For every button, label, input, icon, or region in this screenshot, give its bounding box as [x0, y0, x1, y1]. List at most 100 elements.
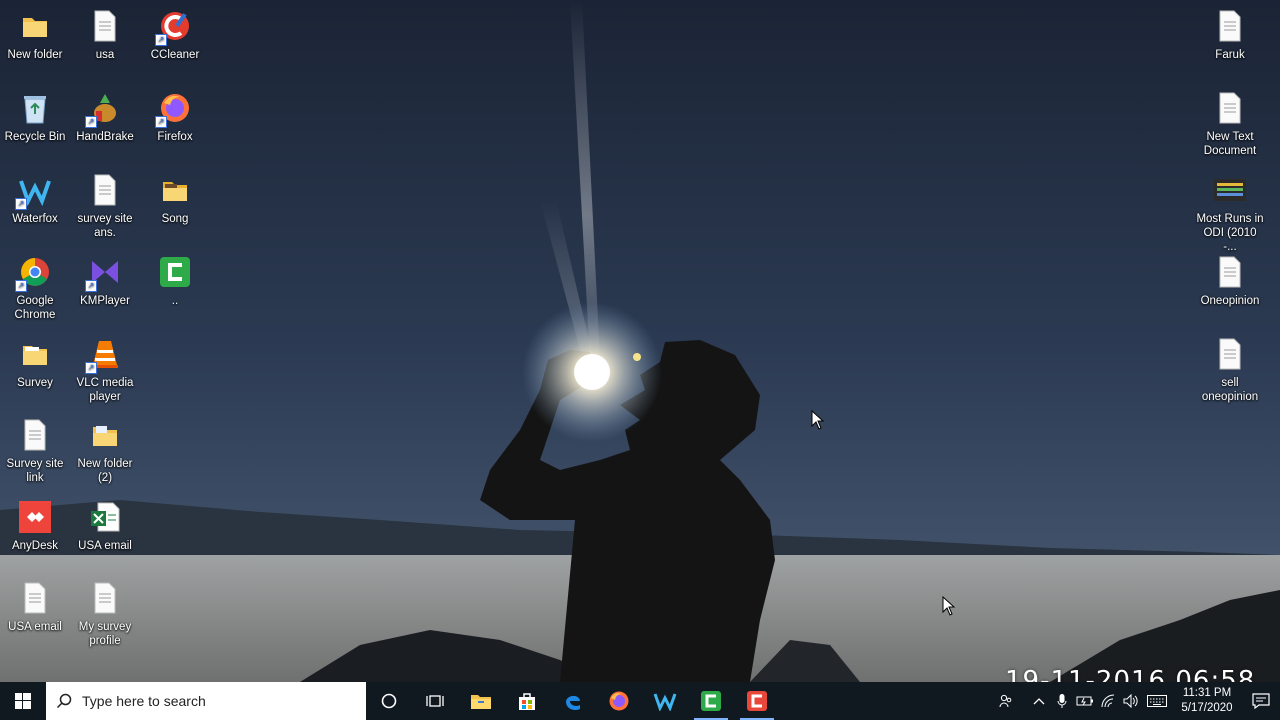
network-tray-button[interactable] — [1096, 682, 1119, 720]
microphone-tray-button[interactable] — [1050, 682, 1073, 720]
icon-label: usa — [95, 49, 115, 61]
mouse-cursor-icon — [811, 410, 825, 430]
speaker-icon — [1123, 694, 1138, 708]
icon-label: VLC media player — [76, 377, 134, 403]
icon-label: Recycle Bin — [4, 131, 66, 143]
desktop-icon-new-text-document[interactable]: New Text Document — [1196, 90, 1264, 158]
desktop-icon-new-folder[interactable]: New folder — [1, 8, 69, 62]
taskbar-edge[interactable] — [550, 682, 596, 720]
microphone-icon — [1057, 694, 1066, 708]
touch-keyboard-button[interactable] — [1142, 682, 1172, 720]
wifi-icon — [1101, 694, 1114, 708]
icon-label: sell oneopinion — [1201, 377, 1259, 403]
vlc-icon: ↗ — [85, 336, 123, 374]
desktop-icon-vlc-media-player[interactable]: ↗ VLC media player — [71, 336, 139, 404]
start-button[interactable] — [0, 682, 46, 720]
desktop-icon-oneopinion[interactable]: Oneopinion — [1196, 254, 1264, 308]
recycle-bin-icon — [17, 90, 53, 126]
desktop-icon-sell-oneopinion[interactable]: sell oneopinion — [1196, 336, 1264, 404]
keyboard-icon — [1147, 695, 1167, 707]
desktop-icon-most-runs-in-odi[interactable]: Most Runs in ODI (2010 -... — [1196, 172, 1264, 254]
icon-label: HandBrake — [76, 131, 134, 143]
battery-charging-icon — [1076, 696, 1093, 706]
windows-logo-icon — [15, 693, 31, 709]
desktop-icon-ccleaner[interactable]: ↗ CCleaner — [141, 8, 209, 62]
clock-date: 5/17/2020 — [1181, 702, 1233, 714]
icon-label: USA email — [8, 621, 62, 633]
taskbar-file-explorer[interactable] — [458, 682, 504, 720]
desktop-icon-survey-site-link[interactable]: Survey site link — [1, 417, 69, 485]
desktop-icon-firefox[interactable]: ↗ Firefox — [141, 90, 209, 144]
file-explorer-icon — [471, 695, 491, 709]
cortana-button[interactable] — [366, 682, 412, 720]
firefox-icon — [609, 691, 629, 711]
desktop-icon-faruk[interactable]: Faruk — [1196, 8, 1264, 62]
taskbar-store[interactable] — [504, 682, 550, 720]
icon-label: Most Runs in ODI (2010 -... — [1196, 213, 1264, 253]
icon-label: survey site ans. — [77, 213, 133, 239]
kmplayer-icon: ↗ — [85, 254, 123, 292]
people-icon — [999, 694, 1011, 708]
camtasia-icon — [157, 254, 193, 290]
icon-label: USA email — [78, 540, 132, 552]
icon-label: KMPlayer — [80, 295, 130, 307]
text-file-icon — [1212, 8, 1248, 44]
desktop-icon-new-folder-2[interactable]: New folder (2) — [71, 417, 139, 485]
icon-label: My survey profile — [78, 621, 132, 647]
desktop-icon-waterfox[interactable]: ↗ Waterfox — [1, 172, 69, 226]
desktop-icon-song[interactable]: Song — [141, 172, 209, 226]
desktop-icon-survey-site-ans[interactable]: survey site ans. — [71, 172, 139, 240]
firefox-icon: ↗ — [155, 90, 193, 128]
taskbar-waterfox[interactable] — [642, 682, 688, 720]
system-tray: 11:31 PM 5/17/2020 — [994, 682, 1280, 720]
icon-label: Song — [161, 213, 189, 225]
taskbar-camtasia-recorder[interactable] — [734, 682, 780, 720]
icon-label: Survey site link — [6, 458, 64, 484]
media-file-icon — [1212, 172, 1248, 208]
icon-label: New Text Document — [1203, 131, 1257, 157]
taskbar-clock[interactable]: 11:31 PM 5/17/2020 — [1176, 686, 1238, 716]
ccleaner-icon: ↗ — [155, 8, 193, 46]
desktop-icon-usa-email-xlsx[interactable]: USA email — [71, 499, 139, 553]
folder-icon — [157, 172, 193, 208]
taskbar-firefox[interactable] — [596, 682, 642, 720]
icon-label: Faruk — [1215, 49, 1245, 61]
battery-tray-button[interactable] — [1073, 682, 1096, 720]
show-hidden-icons-button[interactable] — [1027, 682, 1050, 720]
camtasia-recorder-icon — [747, 691, 767, 711]
search-icon — [56, 693, 72, 709]
desktop-icon-anydesk[interactable]: AnyDesk — [1, 499, 69, 553]
volume-tray-button[interactable] — [1119, 682, 1142, 720]
text-file-icon — [17, 417, 53, 453]
desktop-icon-usa-email-txt[interactable]: USA email — [1, 580, 69, 634]
text-file-icon — [87, 580, 123, 616]
folder-icon — [17, 8, 53, 44]
icon-label: Survey — [17, 377, 53, 389]
mouse-cursor-icon — [942, 596, 956, 616]
photo-timestamp-watermark: 19-11-2016 06:58 — [1005, 666, 1256, 682]
desktop-icon-usa[interactable]: usa — [71, 8, 139, 62]
people-button[interactable] — [994, 682, 1017, 720]
icon-label: .. — [171, 295, 179, 307]
notification-icon — [1252, 693, 1270, 709]
taskbar-search-box[interactable]: Type here to search — [46, 682, 366, 720]
excel-icon — [87, 499, 123, 535]
taskbar: Type here to search 11:31 PM 5/17/2020 — [0, 682, 1280, 720]
task-view-icon — [426, 695, 444, 707]
desktop-icon-my-survey-profile[interactable]: My survey profile — [71, 580, 139, 648]
text-file-icon — [1212, 336, 1248, 372]
desktop-icon-camtasia[interactable]: .. — [141, 254, 209, 308]
desktop-icon-recycle-bin[interactable]: Recycle Bin — [1, 90, 69, 144]
text-file-icon — [87, 8, 123, 44]
desktop-icon-kmplayer[interactable]: ↗ KMPlayer — [71, 254, 139, 308]
desktop-icon-google-chrome[interactable]: ↗ Google Chrome — [1, 254, 69, 322]
icon-label: Google Chrome — [14, 295, 56, 321]
taskbar-camtasia[interactable] — [688, 682, 734, 720]
task-view-button[interactable] — [412, 682, 458, 720]
desktop-icon-handbrake[interactable]: ↗ HandBrake — [71, 90, 139, 144]
folder-icon — [87, 417, 123, 453]
text-file-icon — [17, 580, 53, 616]
desktop-icon-survey[interactable]: Survey — [1, 336, 69, 390]
action-center-button[interactable] — [1242, 682, 1280, 720]
icon-label: AnyDesk — [11, 540, 59, 552]
